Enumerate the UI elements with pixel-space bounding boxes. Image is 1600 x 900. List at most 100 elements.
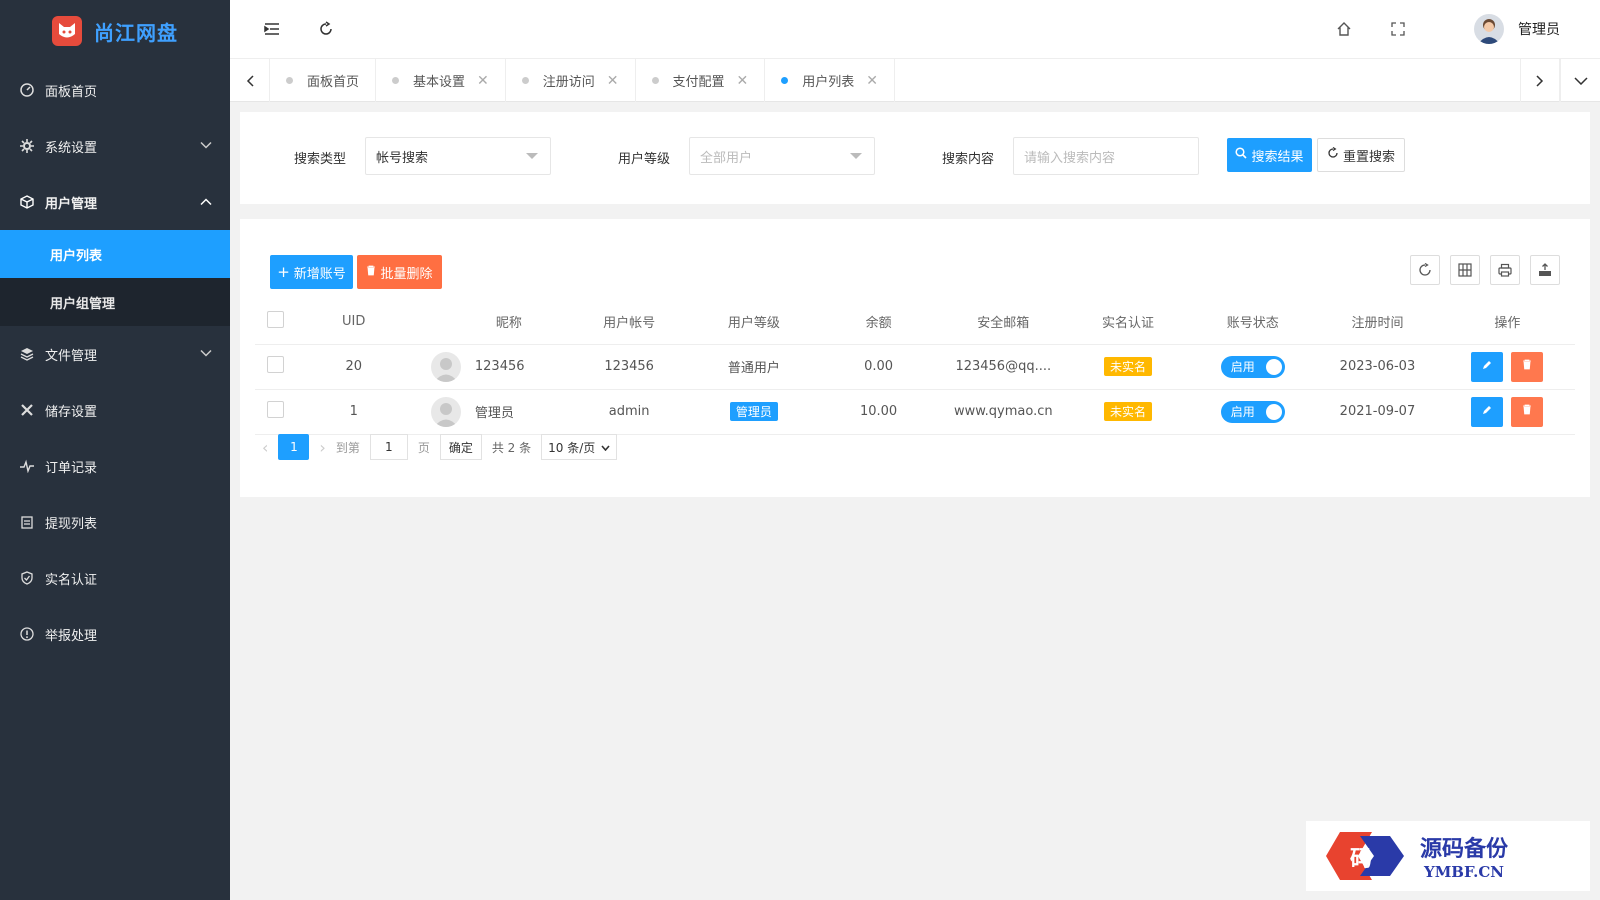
column-header[interactable]: 余额	[816, 299, 941, 345]
chevron-up-icon	[200, 195, 212, 210]
prev-page-icon[interactable]: ‹	[262, 438, 268, 457]
delete-button[interactable]	[1511, 396, 1544, 427]
search-input-placeholder: 请输入搜索内容	[1024, 150, 1116, 166]
status-toggle[interactable]: 启用	[1220, 400, 1285, 423]
sidebar-item-label: 提现列表	[45, 516, 98, 532]
column-header[interactable]: 昵称	[410, 299, 567, 345]
column-header[interactable]: 安全邮箱	[940, 299, 1066, 345]
avatar	[1474, 14, 1504, 44]
sidebar-subitem-user-groups[interactable]: 用户组管理	[0, 278, 230, 326]
sidebar-item-dashboard[interactable]: 面板首页	[0, 62, 230, 118]
edit-button[interactable]	[1471, 351, 1504, 382]
tab-register-access[interactable]: 注册访问 ✕	[506, 59, 636, 102]
close-icon[interactable]: ✕	[866, 73, 878, 89]
chevron-down-icon[interactable]	[1560, 59, 1600, 102]
cell-nickname: 管理员	[410, 389, 567, 435]
delete-button[interactable]	[1511, 351, 1544, 382]
column-header[interactable]: 用户等级	[691, 299, 817, 345]
cell-actions	[1439, 344, 1575, 390]
goto-confirm-button[interactable]: 确定	[439, 434, 482, 460]
cell-level: 管理员	[691, 389, 817, 435]
caret-down-icon	[850, 153, 862, 159]
close-icon[interactable]: ✕	[737, 73, 749, 89]
edit-button[interactable]	[1471, 396, 1504, 427]
layers-icon	[20, 347, 34, 361]
sidebar-item-reports[interactable]: 举报处理	[0, 606, 230, 662]
print-icon[interactable]	[1490, 255, 1520, 285]
status-toggle[interactable]: 启用	[1220, 355, 1285, 378]
toggle-label: 启用	[1230, 405, 1255, 419]
tab-list: 面板首页 基本设置 ✕ 注册访问 ✕ 支付配置 ✕ 用户列表 ✕	[270, 59, 896, 102]
tab-dashboard[interactable]: 面板首页	[270, 59, 377, 102]
tab-dot	[651, 77, 659, 84]
user-menu[interactable]: 管理员	[1474, 14, 1560, 44]
column-header[interactable]: 注册时间	[1315, 299, 1440, 345]
tab-label: 支付配置	[672, 75, 725, 90]
next-page-icon[interactable]: ›	[319, 438, 325, 457]
add-account-label: 新增账号	[293, 266, 346, 282]
search-type-select[interactable]: 帐号搜索	[365, 137, 551, 175]
columns-icon[interactable]	[1450, 255, 1480, 285]
tab-label: 注册访问	[542, 75, 595, 90]
sidebar-item-label: 系统设置	[45, 140, 98, 156]
tab-basic-settings[interactable]: 基本设置 ✕	[376, 59, 506, 102]
home-icon[interactable]	[1334, 19, 1354, 39]
search-input[interactable]: 请输入搜索内容	[1013, 137, 1199, 175]
menu-toggle-icon[interactable]	[262, 19, 282, 39]
goto-label: 到第	[335, 440, 360, 455]
tab-payment-config[interactable]: 支付配置 ✕	[636, 59, 766, 102]
sidebar-item-orders[interactable]: 订单记录	[0, 438, 230, 494]
goto-page-input[interactable]: 1	[369, 434, 408, 460]
pencil-icon	[1482, 404, 1492, 419]
toggle-label: 启用	[1230, 360, 1255, 374]
close-icon[interactable]: ✕	[607, 73, 619, 89]
logo[interactable]: 尚江网盘	[0, 0, 230, 62]
cell-email: www.qymao.cn	[940, 389, 1066, 435]
refresh-icon[interactable]	[1410, 255, 1440, 285]
column-header[interactable]: UID	[296, 299, 411, 345]
tab-user-list[interactable]: 用户列表 ✕	[765, 59, 896, 102]
sidebar-item-storage-settings[interactable]: 储存设置	[0, 382, 230, 438]
column-header[interactable]: 账号状态	[1190, 299, 1316, 345]
batch-delete-button[interactable]: 批量删除	[357, 255, 442, 289]
add-account-button[interactable]: + 新增账号	[270, 255, 353, 289]
total-count: 共 2 条	[491, 440, 532, 455]
chevron-left-icon[interactable]	[230, 59, 270, 102]
row-checkbox[interactable]	[267, 401, 285, 418]
select-all-checkbox[interactable]	[267, 310, 285, 328]
close-icon[interactable]: ✕	[477, 73, 489, 89]
watermark-title: 源码备份	[1420, 836, 1509, 862]
trash-icon	[1522, 359, 1532, 374]
chevron-right-icon[interactable]	[1520, 59, 1560, 102]
sidebar-item-label: 储存设置	[45, 404, 98, 420]
sidebar-item-label: 文件管理	[45, 348, 98, 364]
search-button[interactable]: 搜索结果	[1227, 138, 1312, 172]
table-panel: + 新增账号 批量删除 UID 昵称 用户帐号 用户等级 余额 安全邮箱 实名认…	[240, 219, 1590, 497]
sidebar-item-label: 订单记录	[45, 460, 98, 476]
chevron-down-icon	[200, 347, 212, 362]
tab-label: 用户列表	[802, 75, 855, 90]
reset-button[interactable]: 重置搜索	[1317, 138, 1405, 172]
trash-icon	[1522, 404, 1532, 419]
sidebar-item-user-management[interactable]: 用户管理	[0, 174, 230, 230]
sidebar-item-label: 面板首页	[45, 84, 98, 100]
column-header[interactable]: 实名认证	[1065, 299, 1191, 345]
sidebar-subitem-user-list[interactable]: 用户列表	[0, 230, 230, 278]
cell-uid: 1	[296, 389, 411, 435]
fullscreen-icon[interactable]	[1388, 19, 1408, 39]
column-header[interactable]: 用户帐号	[566, 299, 692, 345]
sidebar-item-real-name[interactable]: 实名认证	[0, 550, 230, 606]
export-icon[interactable]	[1530, 255, 1560, 285]
page-current[interactable]: 1	[278, 434, 310, 460]
sidebar-item-system-settings[interactable]: 系统设置	[0, 118, 230, 174]
sidebar-item-file-management[interactable]: 文件管理	[0, 326, 230, 382]
user-level-select[interactable]: 全部用户	[689, 137, 875, 175]
refresh-icon	[1327, 146, 1339, 163]
user-level-label: 用户等级	[618, 152, 671, 167]
page-size-select[interactable]: 10 条/页	[541, 434, 618, 460]
row-checkbox[interactable]	[267, 356, 285, 373]
refresh-icon[interactable]	[316, 19, 336, 39]
cell-account: admin	[566, 389, 692, 435]
search-panel: 搜索类型 帐号搜索 用户等级 全部用户 搜索内容 请输入搜索内容 搜索结果 重置…	[240, 112, 1590, 204]
sidebar-item-withdrawals[interactable]: 提现列表	[0, 494, 230, 550]
